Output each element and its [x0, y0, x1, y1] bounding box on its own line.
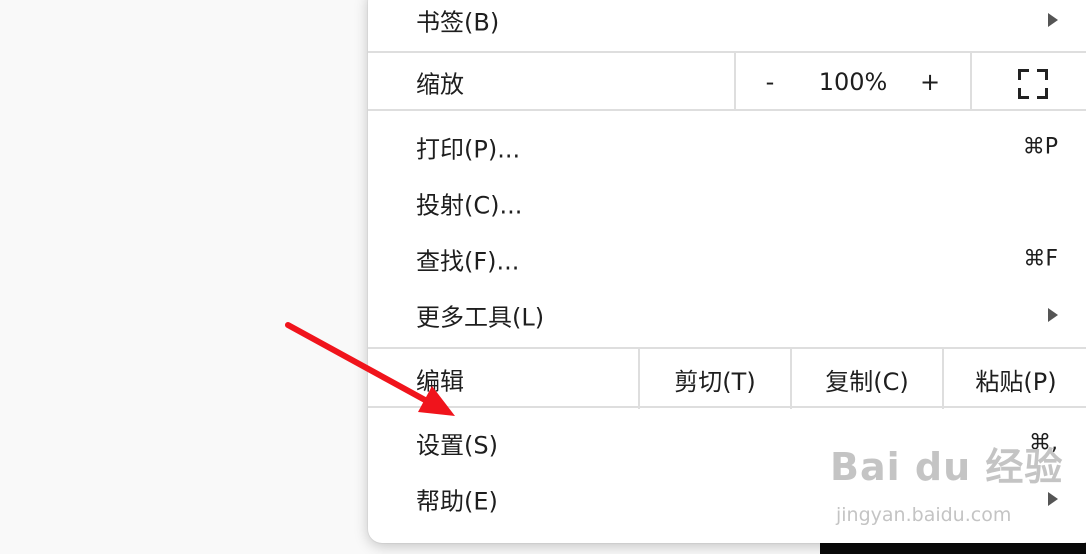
baidu-jingyan-watermark: Bai du 经验 jingyan.baidu.com: [830, 436, 1064, 526]
watermark-url: jingyan.baidu.com: [836, 504, 1012, 526]
watermark-logo: Bai du 经验: [830, 445, 1064, 489]
